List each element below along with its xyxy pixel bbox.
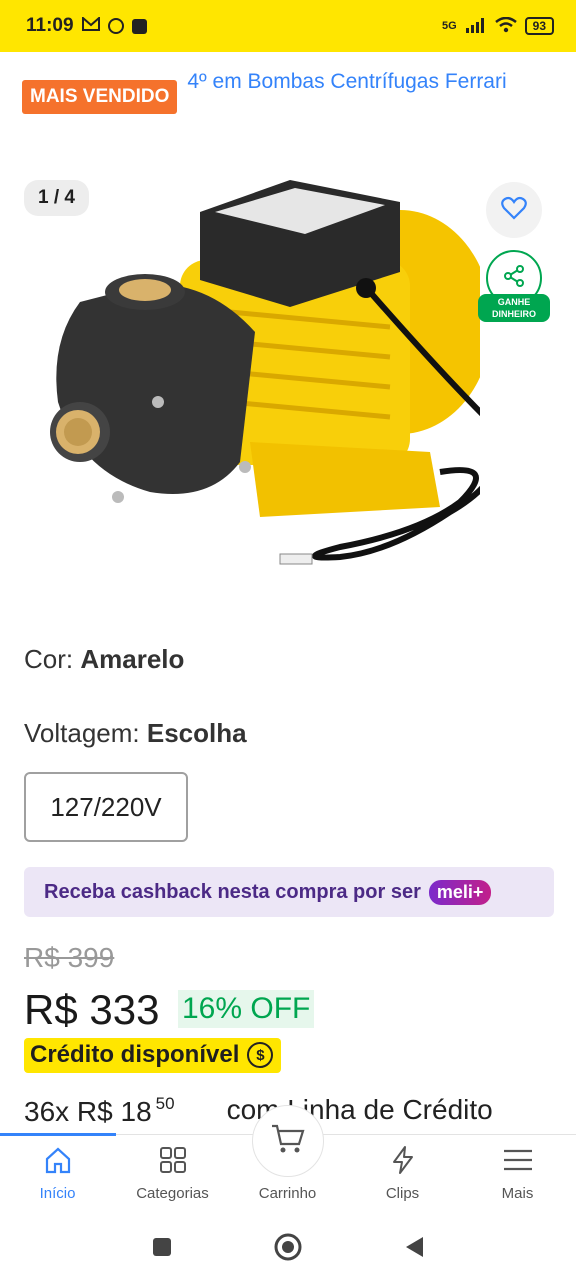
nav-item-home[interactable]: Início bbox=[0, 1135, 115, 1218]
nav-item-cart[interactable]: Carrinho bbox=[230, 1105, 345, 1218]
battery-indicator: 93 bbox=[524, 17, 554, 35]
voltage-attribute: Voltagem: Escolha bbox=[24, 718, 247, 749]
color-attribute: Cor: Amarelo bbox=[24, 644, 184, 675]
back-icon[interactable] bbox=[403, 1235, 425, 1264]
discount-badge: 16% OFF bbox=[178, 990, 315, 1028]
home-icon bbox=[43, 1145, 73, 1179]
lightning-icon bbox=[388, 1145, 418, 1179]
installments-amount: 36x R$ 18 50 bbox=[24, 1094, 175, 1128]
recent-apps-icon[interactable] bbox=[151, 1236, 173, 1263]
best-seller-row: MAIS VENDIDO 4º em Bombas Centrífugas Fe… bbox=[22, 66, 554, 114]
earn-label-line2: DINHEIRO bbox=[491, 309, 536, 319]
status-bar: 11:09 5G 93 bbox=[0, 0, 576, 52]
grid-icon bbox=[158, 1145, 188, 1179]
color-value: Amarelo bbox=[80, 644, 185, 674]
credit-available-badge[interactable]: Crédito disponível $ bbox=[24, 1038, 282, 1073]
nav-label-cart: Carrinho bbox=[258, 1185, 317, 1202]
nav-item-categories[interactable]: Categorias bbox=[115, 1135, 230, 1218]
heart-icon bbox=[501, 196, 527, 225]
best-seller-badge: MAIS VENDIDO bbox=[22, 80, 178, 114]
installments-prefix: 36x R$ 18 bbox=[24, 1096, 152, 1127]
favorite-button[interactable] bbox=[486, 182, 542, 238]
share-icon bbox=[502, 264, 526, 293]
credit-label: Crédito disponível bbox=[30, 1041, 240, 1068]
app-icon bbox=[131, 18, 147, 34]
earn-money-badge[interactable]: GANHE DINHEIRO bbox=[478, 294, 550, 322]
installments-cents: 50 bbox=[155, 1094, 175, 1113]
home-system-icon[interactable] bbox=[273, 1232, 303, 1267]
meli-plus-badge: meli+ bbox=[428, 879, 492, 905]
signal-icon bbox=[465, 17, 487, 36]
voltage-value: Escolha bbox=[146, 718, 247, 748]
product-image[interactable] bbox=[40, 172, 480, 602]
cashback-text: Receba cashback nesta compra por ser bbox=[44, 880, 421, 903]
category-rank-link[interactable]: 4º em Bombas Centrífugas Ferrari bbox=[187, 66, 506, 98]
nav-label-categories: Categorias bbox=[136, 1185, 209, 1202]
image-counter: 1 / 4 bbox=[24, 180, 89, 216]
color-label: Cor: bbox=[24, 644, 81, 674]
wifi-icon bbox=[494, 16, 517, 36]
target-icon bbox=[107, 18, 124, 34]
current-price: R$ 333 bbox=[24, 986, 160, 1033]
network-label: 5G bbox=[441, 20, 457, 32]
menu-icon bbox=[502, 1145, 534, 1179]
voltage-label: Voltagem: bbox=[24, 718, 147, 748]
coin-icon: $ bbox=[247, 1042, 274, 1068]
gmail-icon bbox=[81, 15, 100, 37]
cart-button[interactable] bbox=[252, 1105, 324, 1177]
nav-label-home: Início bbox=[39, 1185, 76, 1202]
voltage-option-button[interactable]: 127/220V bbox=[24, 772, 188, 842]
system-navigation-bar bbox=[0, 1218, 576, 1280]
cart-icon bbox=[270, 1123, 306, 1159]
bottom-navigation: Início Categorias Carrinho Clips Mais bbox=[0, 1105, 576, 1218]
nav-label-clips: Clips bbox=[385, 1185, 420, 1202]
cashback-banner[interactable]: Receba cashback nesta compra por ser mel… bbox=[24, 867, 554, 917]
nav-item-more[interactable]: Mais bbox=[460, 1135, 575, 1218]
status-time: 11:09 bbox=[26, 15, 74, 36]
nav-item-clips[interactable]: Clips bbox=[345, 1135, 460, 1218]
nav-label-more: Mais bbox=[501, 1185, 534, 1202]
product-gallery[interactable]: 1 / 4 GANHE DINHEIRO bbox=[0, 172, 576, 618]
earn-label-line1: GANHE bbox=[497, 297, 531, 307]
original-price: R$ 399 bbox=[24, 942, 115, 973]
